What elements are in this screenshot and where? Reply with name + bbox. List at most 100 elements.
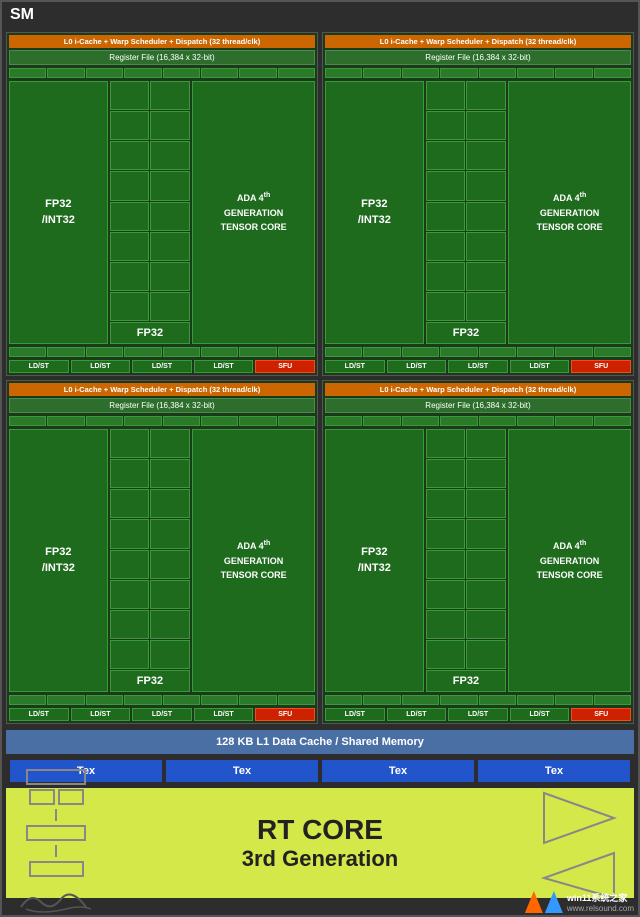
core-inner-grid-4	[426, 429, 507, 669]
sfu-cell: SFU	[571, 708, 631, 721]
register-file-bar-2: Register File (16,384 x 32-bit)	[325, 50, 631, 65]
reg-cell	[124, 347, 161, 357]
rt-core-gen: 3rd Generation	[242, 846, 398, 872]
reg-grid-bottom-2	[325, 347, 631, 357]
core-cell	[110, 459, 150, 488]
reg-cell	[124, 68, 161, 78]
sm-container: SM L0 i-Cache + Warp Scheduler + Dispatc…	[0, 0, 640, 917]
reg-cell	[47, 68, 84, 78]
core-cell	[426, 292, 466, 321]
rt-core-title: RT CORE	[242, 814, 398, 846]
core-cell	[426, 429, 466, 458]
fp32-int32-block-3: FP32/INT32	[9, 429, 108, 692]
ld-st-row-4: LD/ST LD/ST LD/ST LD/ST SFU	[325, 706, 631, 721]
reg-cell	[325, 695, 362, 705]
shape-small-rect	[29, 789, 55, 805]
shape-rect-3	[29, 861, 84, 877]
reg-grid-bottom-1	[9, 347, 315, 357]
reg-cell	[517, 695, 554, 705]
core-cell	[150, 232, 190, 261]
sm-title: SM	[2, 2, 638, 28]
reg-cell	[163, 347, 200, 357]
reg-cell	[363, 695, 400, 705]
core-cell	[466, 610, 506, 639]
reg-cell	[201, 416, 238, 426]
fp32-int32-label: FP32/INT32	[42, 197, 75, 228]
reg-cell	[325, 347, 362, 357]
reg-cell	[363, 68, 400, 78]
core-cell	[466, 232, 506, 261]
reg-cell	[9, 416, 46, 426]
logo-blue-triangle	[545, 891, 563, 913]
tex-cell-3: Tex	[322, 760, 474, 782]
ld-st-cell: LD/ST	[9, 708, 69, 721]
core-cell	[150, 610, 190, 639]
reg-cell	[201, 695, 238, 705]
watermark: win11系统之家 www.relsound.com	[525, 891, 634, 913]
fp32-int32-block-2: FP32/INT32	[325, 81, 424, 344]
tex-cell-4: Tex	[478, 760, 630, 782]
tensor-text-2: ADA 4thGENERATIONTENSOR CORE	[537, 190, 603, 234]
reg-cell	[440, 347, 477, 357]
ld-st-cell: LD/ST	[132, 360, 192, 373]
reg-cell	[479, 695, 516, 705]
core-cell	[110, 550, 150, 579]
reg-cell	[163, 416, 200, 426]
reg-cell	[239, 416, 276, 426]
watermark-text: win11系统之家 www.relsound.com	[567, 891, 634, 913]
core-cell	[110, 141, 150, 170]
core-cell	[426, 489, 466, 518]
reg-cell	[278, 695, 315, 705]
core-cell	[426, 550, 466, 579]
core-cell	[110, 202, 150, 231]
reg-cell	[517, 347, 554, 357]
reg-grid-top-3	[9, 416, 315, 426]
shape-vert-line2	[55, 845, 57, 857]
watermark-logo	[525, 891, 563, 913]
core-cell	[466, 489, 506, 518]
core-cell	[466, 111, 506, 140]
reg-cell	[555, 347, 592, 357]
core-cell	[110, 519, 150, 548]
core-inner-grid-2	[426, 81, 507, 321]
reg-cell	[402, 347, 439, 357]
reg-cell	[239, 695, 276, 705]
reg-cell	[325, 68, 362, 78]
reg-cell	[201, 68, 238, 78]
core-cell	[426, 81, 466, 110]
reg-grid-top-2	[325, 68, 631, 78]
core-cell	[150, 550, 190, 579]
warp-scheduler-bar-4: L0 i-Cache + Warp Scheduler + Dispatch (…	[325, 383, 631, 396]
sfu-cell: SFU	[571, 360, 631, 373]
tensor-text-4: ADA 4thGENERATIONTENSOR CORE	[537, 538, 603, 582]
fp32-int32-block-4: FP32/INT32	[325, 429, 424, 692]
core-cell	[426, 171, 466, 200]
fp32-int32-label-3: FP32/INT32	[42, 545, 75, 576]
core-cell	[426, 580, 466, 609]
core-cell	[150, 81, 190, 110]
reg-cell	[163, 695, 200, 705]
core-cell	[426, 111, 466, 140]
reg-cell	[594, 416, 631, 426]
core-inner-grid-1	[110, 81, 191, 321]
core-cell	[110, 171, 150, 200]
reg-cell	[363, 416, 400, 426]
sfu-cell: SFU	[255, 708, 315, 721]
core-cell	[426, 459, 466, 488]
core-cell	[466, 171, 506, 200]
ld-st-row-3: LD/ST LD/ST LD/ST LD/ST SFU	[9, 706, 315, 721]
reg-grid-bottom-3	[9, 695, 315, 705]
ld-st-cell: LD/ST	[194, 360, 254, 373]
rt-right-shapes	[534, 788, 624, 898]
tensor-block-4: ADA 4thGENERATIONTENSOR CORE	[508, 429, 631, 692]
sm-unit-2: L0 i-Cache + Warp Scheduler + Dispatch (…	[322, 32, 634, 376]
ld-st-cell: LD/ST	[325, 708, 385, 721]
reg-cell	[86, 347, 123, 357]
core-cell	[110, 81, 150, 110]
core-cell	[426, 640, 466, 669]
core-cell	[150, 429, 190, 458]
core-inner-grid-3	[110, 429, 191, 669]
core-cell	[110, 610, 150, 639]
core-cell	[110, 640, 150, 669]
core-cell	[150, 202, 190, 231]
